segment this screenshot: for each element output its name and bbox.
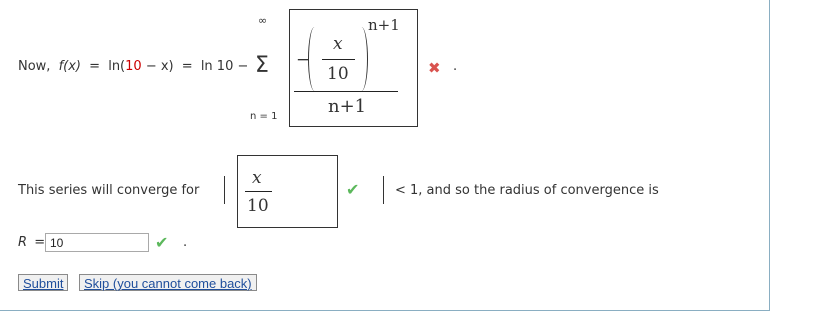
abs-bar-right — [383, 176, 384, 204]
main-frac-bar — [294, 91, 398, 92]
period-2: . — [183, 235, 188, 250]
sigma-lower: n = 1 — [250, 111, 278, 122]
fx-text: f(x) — [58, 59, 82, 74]
submit-button[interactable]: Submit — [18, 274, 69, 291]
radius-input[interactable] — [45, 233, 149, 252]
right-paren — [355, 27, 368, 91]
correct-mark-2: ✔ — [155, 233, 169, 252]
frac1-numerator: x — [333, 34, 343, 54]
ln10-text: ln 10 − — [200, 59, 249, 74]
sigma-upper: ∞ — [258, 14, 268, 27]
radius-label: R = — [18, 235, 45, 250]
r-letter: R — [18, 235, 28, 250]
equals-1: = — [89, 59, 101, 74]
ten-red: 10 — [125, 59, 142, 74]
radius-equals: = — [34, 235, 46, 250]
frac1-bar — [322, 59, 355, 60]
ln-open: ln( — [108, 59, 126, 74]
correct-mark-1: ✔ — [346, 180, 360, 199]
minus-x: − x) — [145, 59, 174, 74]
convergence-tail: < 1, and so the radius of convergence is — [395, 183, 659, 198]
prefix-text: Now, — [18, 59, 51, 74]
convergence-label: This series will converge for — [18, 183, 200, 198]
frac2-bar — [245, 191, 272, 192]
equals-2: = — [181, 59, 193, 74]
period-1: . — [453, 59, 458, 74]
expansion-line: Now, f(x) = ln(10 − x) = ln 10 − — [18, 59, 248, 74]
skip-button[interactable]: Skip (you cannot come back) — [79, 274, 257, 291]
frac2-denominator: 10 — [247, 196, 269, 216]
exponent: n+1 — [368, 16, 400, 34]
main-denominator: n+1 — [328, 96, 367, 117]
abs-bar-left — [224, 176, 225, 204]
sigma-symbol: Σ — [255, 53, 269, 78]
left-paren — [308, 27, 321, 91]
frac1-denominator: 10 — [327, 64, 349, 84]
frac2-numerator: x — [252, 168, 262, 188]
incorrect-mark: ✖ — [428, 59, 441, 77]
